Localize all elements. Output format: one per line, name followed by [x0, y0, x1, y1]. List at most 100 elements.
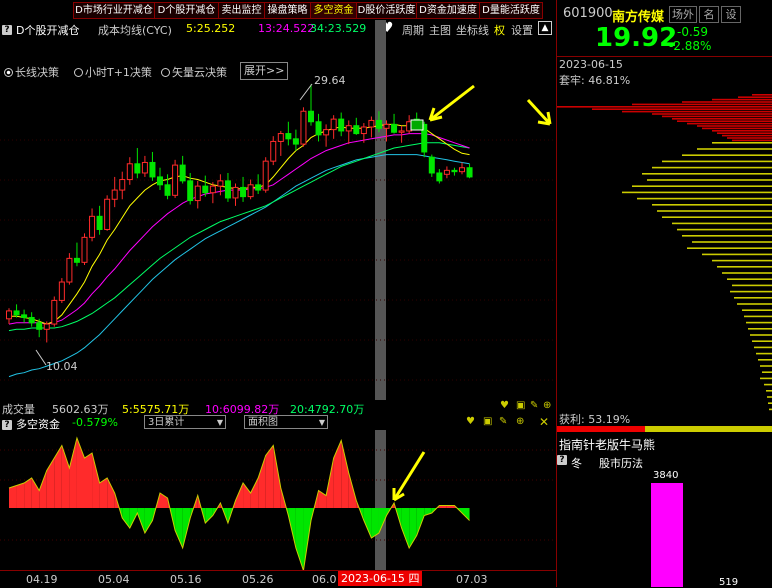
- chip-bar-profit: [766, 390, 772, 392]
- zoom-icon[interactable]: ⊕: [516, 416, 524, 427]
- chip-bar-profit: [752, 340, 772, 342]
- period-select[interactable]: 3日累计 ▼: [144, 415, 226, 429]
- chart-type-select[interactable]: 面积图 ▼: [244, 415, 328, 429]
- tools-icon[interactable]: ✎: [530, 400, 538, 411]
- chip-bar-profit: [760, 365, 772, 367]
- x-axis: 04.19 05.04 05.16 05.26 06.0 2023-06-15 …: [0, 570, 557, 588]
- chip-bar-profit: [722, 272, 772, 274]
- zoom-icon[interactable]: ⊕: [543, 400, 551, 411]
- period-select-value: 3日累计: [148, 417, 185, 428]
- candle: [111, 176, 118, 208]
- chip-bar-profit: [762, 371, 772, 373]
- chip-bar-profit: [687, 247, 772, 249]
- fund-area-segment: [401, 508, 410, 548]
- chip-distribution-chart: [557, 94, 772, 411]
- candle: [43, 321, 50, 343]
- guide-help-icon[interactable]: ?: [557, 452, 567, 465]
- candle: [436, 169, 443, 184]
- x-highlight-date: 2023-06-15 四: [338, 571, 423, 586]
- candle: [172, 159, 179, 198]
- heart-small-icon[interactable]: ♥: [500, 400, 509, 411]
- candle: [149, 151, 156, 181]
- chip-bar-profit: [750, 334, 772, 336]
- guide-title[interactable]: 指南针老版牛马熊: [559, 436, 655, 453]
- fund-help-icon[interactable]: ?: [2, 417, 12, 430]
- candle: [240, 176, 247, 202]
- main-chart-area[interactable]: ? D个股开减仓 成本均线(CYC) 5:25.252 13:24.522 34…: [0, 20, 557, 400]
- candle: [353, 117, 360, 135]
- candle: [164, 174, 171, 200]
- candle: [13, 304, 20, 318]
- fund-area-segment: [205, 508, 213, 523]
- toolbar-button-7[interactable]: D量能活跃度: [479, 2, 543, 19]
- chip-bar-profit: [746, 321, 772, 324]
- chip-bar-profit: [647, 179, 772, 181]
- fund-value: -0.579%: [72, 416, 118, 429]
- last-price: 19.92: [595, 23, 678, 53]
- toolbar-button-3[interactable]: 操盘策略: [264, 2, 311, 19]
- bar-value: 3840: [653, 470, 679, 481]
- candle: [255, 174, 262, 194]
- candle: [232, 183, 239, 206]
- save-icon[interactable]: ▣: [516, 400, 525, 411]
- chip-bar-profit: [632, 185, 772, 187]
- candle: [368, 116, 375, 138]
- candle: [179, 155, 186, 184]
- chip-bar-profit: [662, 160, 772, 163]
- fund-area-segment: [46, 458, 55, 508]
- chip-bar-profit: [768, 402, 772, 404]
- chip-bar-trapped: [712, 98, 772, 101]
- fund-area-segment: [16, 483, 25, 508]
- bar2-value: 519: [719, 577, 739, 588]
- toolbar-button-1[interactable]: D个股开减仓: [154, 2, 219, 19]
- low-pointer: [35, 349, 47, 366]
- chip-bar-trapped: [738, 96, 772, 98]
- fund-area-segment: [250, 478, 259, 508]
- board-button[interactable]: 场外: [669, 6, 697, 23]
- chips-date: 2023-06-15: [559, 58, 623, 71]
- toolbar-button-2[interactable]: 卖出监控: [218, 2, 265, 19]
- price-change: -0.59: [677, 25, 709, 39]
- chip-bar-profit: [637, 197, 772, 200]
- chip-bar-profit: [702, 253, 772, 256]
- season-bar: [651, 483, 683, 587]
- name-button[interactable]: 名: [699, 6, 719, 23]
- candle: [300, 107, 307, 147]
- chip-bar-trapped: [557, 106, 772, 108]
- ma34-line: [8, 142, 470, 332]
- flag-icon: [410, 119, 424, 131]
- toolbar-button-4[interactable]: 多空资金: [310, 2, 357, 19]
- chip-bar-profit: [657, 210, 772, 212]
- fund-header: ? 多空资金 -0.579% 3日累计 ▼ 面积图 ▼ ♥ ▣ ✎ ⊕ ✕: [0, 414, 557, 431]
- candle: [391, 113, 398, 134]
- candle: [262, 157, 269, 193]
- chip-bar-profit: [712, 259, 772, 262]
- chip-bar-trapped: [677, 120, 772, 122]
- profit-bar: [557, 426, 772, 432]
- heart-small-icon[interactable]: ♥: [466, 416, 475, 427]
- toolbar-button-0[interactable]: D市场行业开减仓: [73, 2, 155, 19]
- chip-bar-trapped: [687, 122, 772, 125]
- arrow-annotation-icon: [428, 84, 475, 122]
- candle: [224, 172, 231, 202]
- chip-bar-profit: [734, 297, 772, 299]
- chip-bar-profit: [652, 204, 772, 206]
- save-icon[interactable]: ▣: [483, 416, 492, 427]
- arrow-annotation-icon: [526, 98, 552, 126]
- candle: [428, 154, 435, 177]
- selected-day-column: [375, 20, 386, 400]
- tools-icon[interactable]: ✎: [499, 416, 507, 427]
- fund-area-segment: [122, 508, 130, 528]
- high-price-label: 29.64: [314, 74, 346, 87]
- candle: [451, 167, 458, 176]
- toolbar-button-5[interactable]: D股价活跃度: [356, 2, 417, 19]
- chip-bar-trapped: [727, 137, 772, 139]
- x-tick: 04.19: [26, 573, 58, 586]
- candle: [285, 121, 292, 146]
- edit-button[interactable]: 设: [721, 6, 741, 23]
- close-icon[interactable]: ✕: [539, 415, 549, 429]
- trapped-bar-fill: [557, 426, 645, 432]
- chip-bar-trapped: [722, 134, 772, 137]
- toolbar-button-6[interactable]: D资金加速度: [416, 2, 480, 19]
- candle: [134, 148, 141, 179]
